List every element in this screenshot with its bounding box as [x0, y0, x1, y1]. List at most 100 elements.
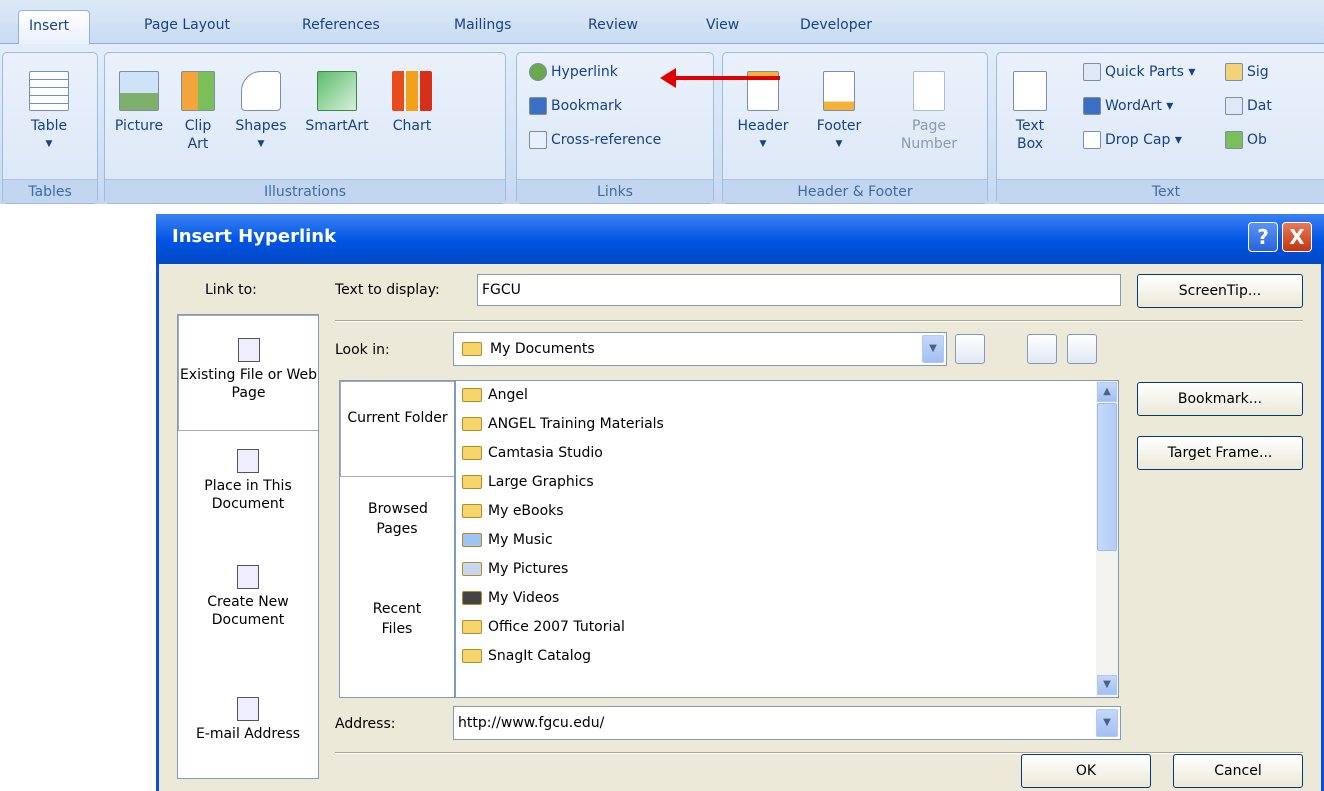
list-item[interactable]: Camtasia Studio [462, 439, 603, 468]
tab-references[interactable]: References [292, 10, 390, 44]
date-time-button[interactable]: Dat [1225, 93, 1272, 119]
chevron-down-icon[interactable]: ▼ [1096, 709, 1118, 737]
list-item-label: My eBooks [488, 503, 564, 519]
link-to-panel: Existing File or Web Page Place in This … [177, 314, 319, 779]
signature-icon [1225, 63, 1243, 81]
footer-button[interactable]: Footer ▼ [809, 65, 869, 153]
link-to-place-in-document[interactable]: Place in This Document [178, 449, 318, 513]
list-item[interactable]: Angel [462, 381, 528, 410]
look-in-dropdown[interactable]: My Documents ▼ [453, 332, 947, 366]
smartart-label: SmartArt [305, 118, 369, 134]
smartart-button[interactable]: SmartArt [297, 65, 377, 135]
folder-icon [462, 649, 482, 663]
target-frame-button[interactable]: Target Frame... [1137, 436, 1303, 470]
list-item-label: My Videos [488, 590, 560, 606]
address-value: http://www.fgcu.edu/ [458, 715, 605, 731]
bar-chart-icon [392, 71, 432, 111]
bookmark-button[interactable]: Bookmark... [1137, 382, 1303, 416]
folder-icon [462, 417, 482, 431]
header-label: Header [737, 118, 789, 134]
cross-reference-icon [529, 131, 547, 149]
vertical-scrollbar[interactable]: ▲ ▼ [1096, 381, 1118, 697]
link-to-place-in-document-label: Place in This Document [204, 478, 292, 512]
table-button[interactable]: Table ▼ [19, 65, 79, 153]
browse-web-button[interactable] [1027, 334, 1057, 364]
dialog-title-bar[interactable]: Insert Hyperlink ? X [156, 214, 1324, 264]
tab-view[interactable]: View [696, 10, 749, 44]
tab-developer[interactable]: Developer [790, 10, 882, 44]
nav-recent-files[interactable]: Recent Files [340, 599, 454, 639]
list-item[interactable]: Office 2007 Tutorial [462, 613, 625, 642]
screentip-button[interactable]: ScreenTip... [1137, 274, 1303, 308]
cancel-button[interactable]: Cancel [1173, 754, 1303, 788]
list-item[interactable]: Large Graphics [462, 468, 594, 497]
address-label: Address: [335, 716, 396, 732]
drop-cap-button[interactable]: Drop Cap ▾ [1083, 127, 1182, 153]
help-button[interactable]: ? [1248, 222, 1278, 252]
new-document-icon [237, 565, 259, 589]
list-item[interactable]: ANGEL Training Materials [462, 410, 664, 439]
browse-file-button[interactable] [1067, 334, 1097, 364]
quick-parts-button[interactable]: Quick Parts ▾ [1083, 59, 1195, 85]
chevron-down-icon[interactable]: ▼ [922, 335, 944, 363]
text-to-display-input[interactable]: FGCU [477, 274, 1121, 306]
signature-label: Sig [1247, 64, 1269, 80]
list-item[interactable]: SnagIt Catalog [462, 642, 591, 671]
list-item[interactable]: My eBooks [462, 497, 564, 526]
text-box-button[interactable]: Text Box [1003, 65, 1057, 153]
ok-button[interactable]: OK [1021, 754, 1151, 788]
signature-line-button[interactable]: Sig [1225, 59, 1269, 85]
footer-icon [823, 71, 855, 111]
tab-mailings[interactable]: Mailings [444, 10, 521, 44]
list-item[interactable]: My Videos [462, 584, 559, 613]
cross-reference-button[interactable]: Cross-reference [529, 127, 661, 153]
annotation-arrow-line [668, 76, 780, 80]
scroll-up-icon[interactable]: ▲ [1097, 382, 1117, 402]
hyperlink-icon [529, 63, 547, 81]
page-number-button[interactable]: Page Number [889, 65, 969, 153]
link-to-existing-file[interactable]: Existing File or Web Page [178, 315, 318, 431]
document-globe-icon [237, 449, 259, 473]
nav-browsed-pages[interactable]: Browsed Pages [340, 499, 454, 539]
list-item[interactable]: My Pictures [462, 555, 568, 584]
group-label-text: Text [997, 179, 1324, 203]
chevron-down-icon: ▼ [759, 139, 767, 149]
scroll-thumb[interactable] [1097, 403, 1117, 551]
link-to-create-new-document[interactable]: Create New Document [178, 565, 318, 629]
chart-button[interactable]: Chart [381, 65, 443, 135]
picture-button[interactable]: Picture [109, 65, 169, 135]
list-item-label: My Music [488, 532, 553, 548]
wordart-button[interactable]: WordArt ▾ [1083, 93, 1173, 119]
page-number-icon [913, 71, 945, 111]
close-button[interactable]: X [1282, 222, 1312, 252]
bookmark-ribbon-button[interactable]: Bookmark [529, 93, 622, 119]
chart-label: Chart [392, 118, 432, 134]
up-folder-button[interactable] [955, 334, 985, 364]
clip-art-button[interactable]: Clip Art [173, 65, 223, 153]
group-label-tables: Tables [3, 179, 97, 203]
list-item-label: ANGEL Training Materials [488, 416, 664, 432]
address-input[interactable]: http://www.fgcu.edu/ ▼ [453, 706, 1121, 740]
group-text: Text Box Quick Parts ▾ WordArt ▾ Drop Ca… [996, 52, 1324, 204]
text-to-display-label: Text to display: [335, 282, 440, 298]
tab-page-layout[interactable]: Page Layout [134, 10, 240, 44]
group-tables: Table ▼ Tables [2, 52, 98, 204]
object-button[interactable]: Ob [1225, 127, 1267, 153]
dialog-title: Insert Hyperlink [172, 226, 337, 247]
list-item[interactable]: My Music [462, 526, 553, 555]
nav-current-folder[interactable]: Current Folder [340, 381, 454, 477]
pictures-folder-icon [462, 562, 482, 576]
hyperlink-label: Hyperlink [551, 64, 618, 80]
tab-insert[interactable]: Insert [18, 10, 90, 44]
shapes-button[interactable]: Shapes ▼ [231, 65, 291, 153]
bookmark-ribbon-label: Bookmark [551, 98, 622, 114]
shapes-icon [241, 71, 281, 111]
footer-label: Footer [816, 118, 862, 134]
wordart-icon [1083, 97, 1101, 115]
hyperlink-button[interactable]: Hyperlink [529, 59, 618, 85]
scroll-down-icon[interactable]: ▼ [1097, 675, 1117, 695]
list-item-label: Office 2007 Tutorial [488, 619, 625, 635]
link-to-email-address[interactable]: E-mail Address [178, 697, 318, 743]
tab-review[interactable]: Review [578, 10, 648, 44]
object-icon [1225, 131, 1243, 149]
